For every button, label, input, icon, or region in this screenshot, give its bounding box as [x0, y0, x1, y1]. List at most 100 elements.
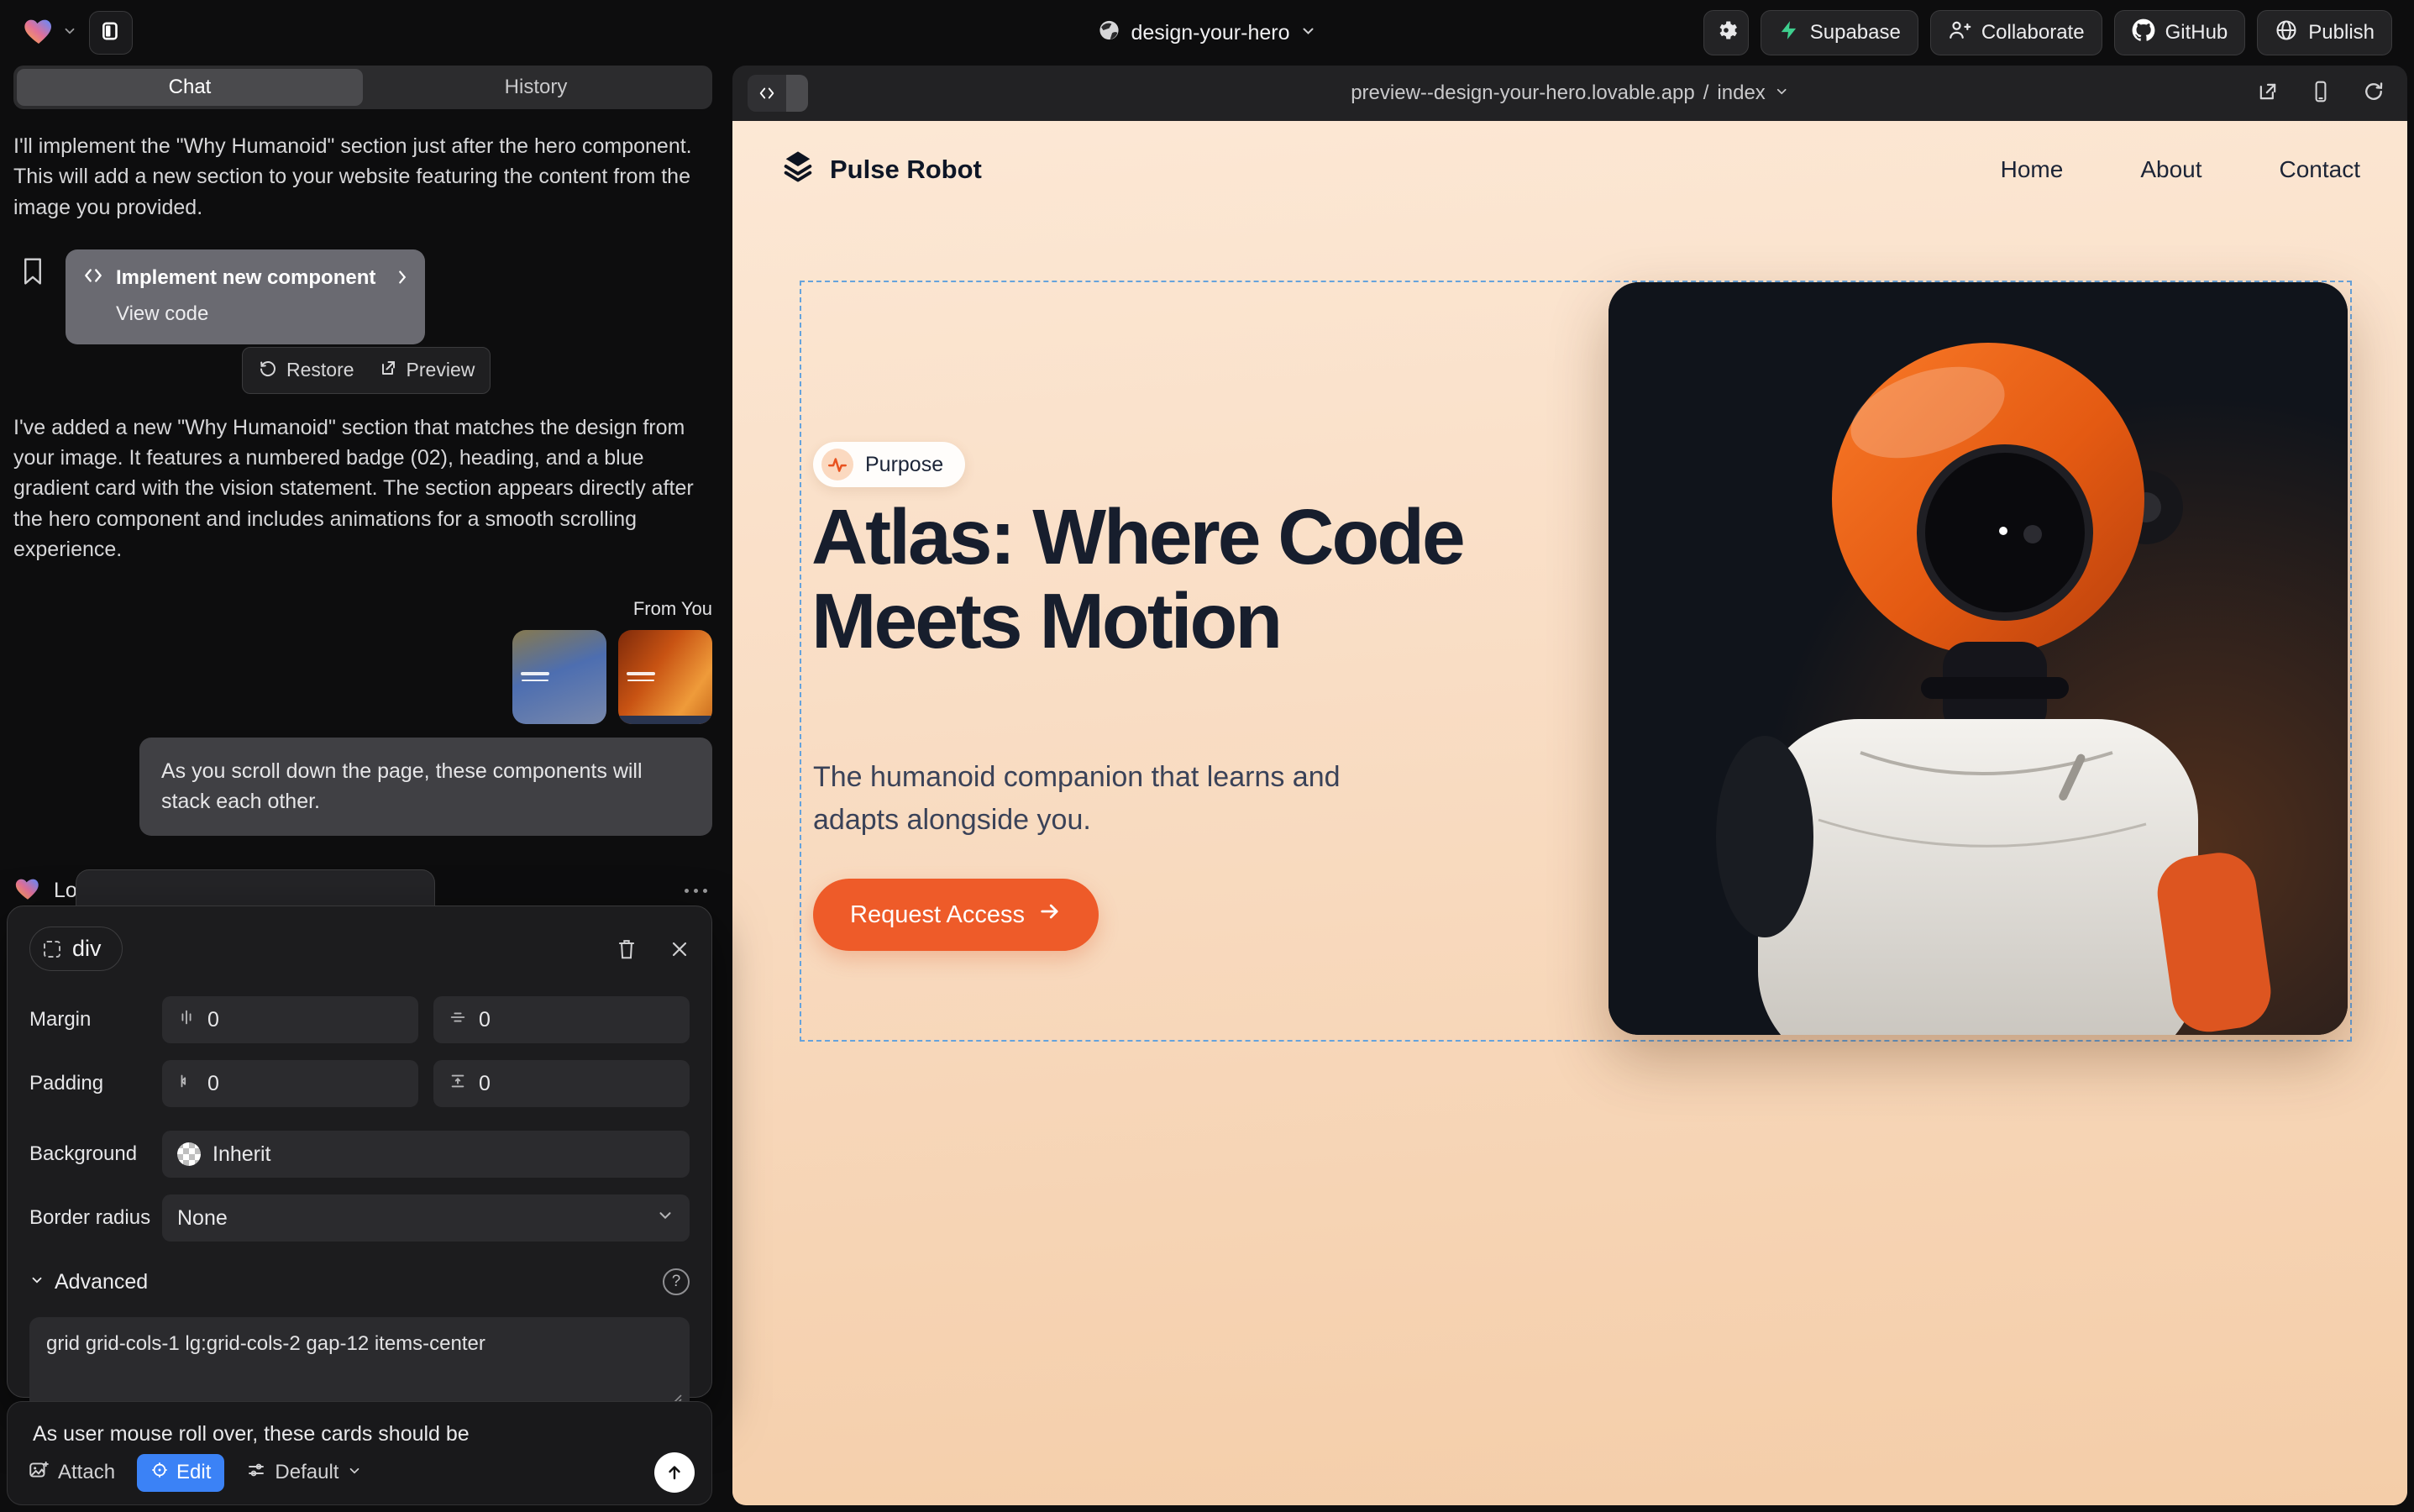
from-you-label: From You [13, 598, 712, 620]
sidebar-panel-icon [100, 20, 122, 46]
hero-subheading: The humanoid companion that learns and a… [813, 756, 1384, 842]
bookmark-icon[interactable] [20, 256, 45, 291]
chevron-right-icon [393, 268, 412, 291]
preview-toolbar: preview--design-your-hero.lovable.app / … [732, 66, 2407, 121]
code-icon [82, 265, 104, 292]
site-nav: Home About Contact [2001, 156, 2360, 183]
more-menu-icon[interactable] [685, 889, 712, 893]
padding-y-icon [449, 1072, 467, 1096]
margin-y-icon [449, 1008, 467, 1032]
chevron-down-icon [1300, 21, 1317, 45]
chevron-down-icon [347, 1461, 362, 1484]
site-brand[interactable]: Pulse Robot [779, 148, 982, 192]
preview-url: preview--design-your-hero.lovable.app [1351, 81, 1695, 105]
chat-history-tabs: Chat History [13, 66, 712, 109]
publish-label: Publish [2308, 21, 2375, 45]
element-outline-icon [44, 941, 60, 958]
margin-label: Margin [29, 1008, 162, 1032]
margin-y-input[interactable]: 0 [433, 996, 690, 1043]
chat-composer[interactable]: As user mouse roll over, these cards sho… [7, 1401, 712, 1505]
toggle-handle[interactable] [786, 75, 808, 112]
settings-button[interactable] [1703, 10, 1749, 55]
attach-button[interactable]: Attach [28, 1459, 115, 1487]
github-icon [2132, 18, 2155, 48]
arrow-right-icon [1038, 900, 1062, 930]
restore-button[interactable]: Restore [258, 358, 354, 383]
border-radius-select[interactable]: None [162, 1194, 690, 1242]
lovable-home-menu[interactable] [22, 14, 77, 52]
selected-element-pill[interactable]: div [29, 927, 123, 971]
publish-globe-icon [2275, 18, 2298, 48]
padding-x-icon [177, 1072, 196, 1096]
delete-element-button[interactable] [616, 937, 638, 961]
target-icon [150, 1461, 169, 1485]
collaborate-label: Collaborate [1981, 21, 2085, 45]
assistant-message: I've added a new "Why Humanoid" section … [13, 412, 712, 564]
preview-pane: preview--design-your-hero.lovable.app / … [732, 66, 2407, 1505]
github-button[interactable]: GitHub [2114, 10, 2246, 55]
margin-x-icon [177, 1008, 196, 1032]
site-header: Pulse Robot Home About Contact [732, 121, 2407, 218]
version-actions: Restore Preview [242, 347, 491, 394]
chevron-down-icon [1774, 81, 1789, 105]
lovable-heart-icon [22, 14, 55, 52]
supabase-button[interactable]: Supabase [1761, 10, 1918, 55]
attachment-thumbnail-blue[interactable] [512, 630, 606, 724]
preview-url-breadcrumb[interactable]: preview--design-your-hero.lovable.app / … [1351, 66, 1789, 121]
nav-about[interactable]: About [2140, 156, 2201, 183]
project-switcher[interactable]: design-your-hero [1098, 0, 1317, 66]
request-access-button[interactable]: Request Access [813, 879, 1099, 951]
view-code-link[interactable]: View code [116, 302, 408, 326]
refresh-button[interactable] [2362, 80, 2385, 108]
add-user-icon [1948, 18, 1971, 48]
hero-heading: Atlas: Where Code Meets Motion [811, 496, 1576, 663]
arrow-up-icon [664, 1462, 685, 1483]
preview-button[interactable]: Preview [378, 358, 475, 383]
advanced-section-toggle[interactable]: Advanced ? [29, 1268, 690, 1295]
lovable-heart-icon [13, 874, 42, 907]
tab-chat[interactable]: Chat [17, 69, 363, 106]
layers-logo-icon [779, 148, 816, 192]
background-input[interactable]: Inherit [162, 1131, 690, 1178]
help-icon[interactable]: ? [663, 1268, 690, 1295]
tab-history[interactable]: History [363, 69, 709, 106]
nav-contact[interactable]: Contact [2280, 156, 2361, 183]
border-radius-label: Border radius [29, 1206, 162, 1230]
mobile-view-button[interactable] [2310, 80, 2332, 108]
supabase-label: Supabase [1810, 21, 1901, 45]
open-preview-icon [378, 358, 398, 383]
background-label: Background [29, 1142, 162, 1166]
project-globe-icon [1098, 18, 1121, 48]
padding-x-input[interactable]: 0 [162, 1060, 418, 1107]
edit-mode-button[interactable]: Edit [137, 1454, 224, 1492]
composer-input[interactable]: As user mouse roll over, these cards sho… [8, 1402, 711, 1446]
send-button[interactable] [654, 1452, 695, 1493]
attach-image-icon [28, 1459, 50, 1487]
gear-icon [1714, 18, 1738, 48]
chevron-down-icon [656, 1206, 674, 1231]
purpose-badge: Purpose [813, 442, 965, 487]
margin-x-input[interactable]: 0 [162, 996, 418, 1043]
collaborate-button[interactable]: Collaborate [1930, 10, 2102, 55]
code-icon [758, 84, 776, 102]
code-view-toggle[interactable] [748, 75, 808, 112]
tool-card-title: Implement new component [116, 266, 375, 290]
github-label: GitHub [2165, 21, 2228, 45]
implement-component-card[interactable]: Implement new component View code [66, 249, 425, 344]
attachment-thumbnail-orange[interactable] [618, 630, 712, 724]
close-inspector-button[interactable] [669, 939, 690, 959]
toggle-sidebar-button[interactable] [89, 11, 133, 55]
chevron-down-icon [62, 24, 77, 43]
site-preview: Pulse Robot Home About Contact Purpose A… [732, 121, 2407, 1505]
user-message-bubble: As you scroll down the page, these compo… [139, 738, 712, 836]
mode-select[interactable]: Default [246, 1460, 362, 1486]
publish-button[interactable]: Publish [2257, 10, 2392, 55]
nav-home[interactable]: Home [2001, 156, 2064, 183]
open-in-new-tab-button[interactable] [2256, 80, 2280, 108]
assistant-message: I'll implement the "Why Humanoid" sectio… [13, 131, 712, 223]
hero-robot-image [1608, 282, 2348, 1035]
supabase-bolt-icon [1778, 19, 1800, 47]
transparency-swatch-icon [177, 1142, 201, 1166]
project-name: design-your-hero [1131, 21, 1290, 45]
padding-y-input[interactable]: 0 [433, 1060, 690, 1107]
